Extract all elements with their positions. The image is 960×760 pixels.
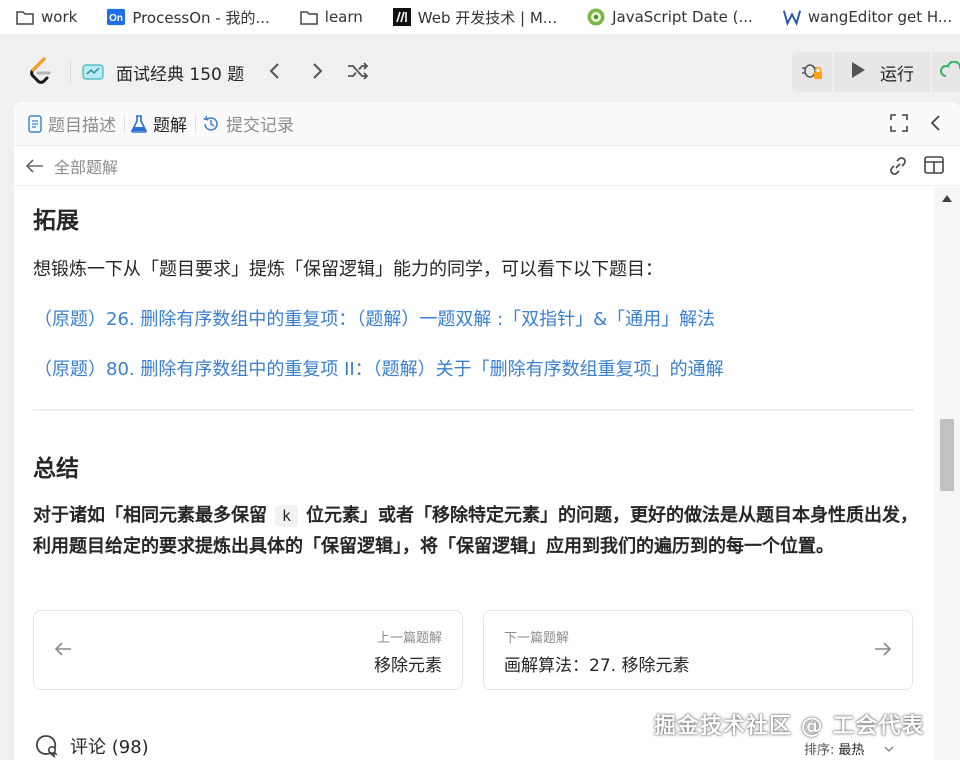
heading-summary: 总结 [33,456,79,482]
divider [124,115,125,132]
mdn-icon [392,8,411,26]
divider [195,115,196,132]
tab-description[interactable]: 题目描述 [28,111,116,136]
solution-content: 拓展 想锻炼一下从「题目要求」提炼「保留逻辑」能力的同学，可以看下以下题目： （… [14,187,934,760]
bookmark-work[interactable]: work [16,8,77,26]
bookmark-label: work [41,8,78,26]
back-label: 全部题解 [54,157,119,177]
panel-actions [868,114,942,132]
content-scrollbar[interactable] [934,187,960,760]
tab-submissions[interactable]: 提交记录 [202,111,294,136]
related-link-80[interactable]: （原题）80. 删除有序数组中的重复项 II：（题解）关于「删除有序数组重复项」… [34,355,724,381]
tab-label: 题目描述 [48,116,116,136]
solution-subbar: 全部题解 [14,146,960,186]
bug-lock-icon [801,59,823,85]
problem-list-label: 面试经典 150 题 [116,64,245,85]
tab-solutions[interactable]: 题解 [131,111,187,136]
description-icon [28,114,42,133]
chevron-down-icon [884,746,894,752]
arrow-left-icon [54,640,72,662]
processon-icon: On [107,8,126,26]
divider [70,62,71,82]
comments-header[interactable]: 评论 (98) [34,733,149,759]
prev-caption: 上一篇题解 [376,631,442,646]
scrollbar-thumb[interactable] [940,419,954,491]
layout-icon[interactable] [924,156,944,176]
bookmark-wangeditor[interactable]: wangEditor get H... [782,8,953,26]
bookmark-label: wangEditor get H... [807,8,953,26]
comments-label: 评论 (98) [70,737,149,758]
section-divider [33,409,914,411]
comment-search-icon [35,735,58,759]
bookmark-label: ProcessOn - 我的... [132,8,270,27]
summary-paragraph: 对于诸如「相同元素最多保留 k 位元素」或者「移除特定元素」的问题，更好的做法是从题… [33,500,923,562]
next-caption: 下一篇题解 [504,631,570,646]
subbar-actions [872,156,944,176]
prev-solution-card[interactable]: 上一篇题解 移除元素 [33,610,463,690]
play-icon [850,61,866,83]
arrow-left-icon [26,158,43,173]
scroll-up-arrow-icon[interactable] [942,195,952,202]
bookmark-label: learn [324,8,363,26]
watermark: 掘金技术社区 @ 工会代表 [654,714,925,739]
back-to-all-solutions[interactable]: 全部题解 [26,154,118,178]
chevron-left-icon[interactable] [264,60,286,82]
tab-label: 题解 [153,116,187,136]
bookmark-javascript-date[interactable]: JavaScript Date (... [587,8,753,26]
link-icon[interactable] [888,156,908,176]
run-controls: 运行 [792,52,960,92]
fullscreen-icon[interactable] [890,114,908,132]
next-title: 画解算法：27. 移除元素 [504,656,690,676]
wangeditor-icon [782,8,801,26]
panel-tabbar: 题目描述 题解 提交记录 [14,102,960,146]
solution-panel: 题目描述 题解 提交记录 全部题解 拓展 想锻炼一下从「题目要求」提炼「保留逻辑… [14,102,960,760]
run-label: 运行 [880,64,914,85]
bookmarks-bar: work On ProcessOn - 我的... learn Web 开发技术… [0,0,960,34]
prev-title: 移除元素 [374,656,442,676]
debug-lock-button[interactable] [792,52,832,92]
bookmark-label: Web 开发技术 | M... [417,8,558,27]
svg-text:On: On [109,13,123,24]
submit-button[interactable] [932,52,960,92]
study-plan-icon [82,63,104,81]
bookmark-label: JavaScript Date (... [612,8,753,26]
leetcode-logo-icon[interactable] [26,56,54,86]
sort-label: 排序: [804,743,835,758]
arrow-right-icon [874,640,892,662]
folder-icon [300,8,318,26]
javascript-site-icon [587,8,605,26]
cloud-upload-icon [940,60,960,83]
related-link-26[interactable]: （原题）26. 删除有序数组中的重复项：（题解）一题双解 :「双指针」&「通用」… [34,305,715,331]
shuffle-icon[interactable] [346,60,369,82]
next-solution-card[interactable]: 下一篇题解 画解算法：27. 移除元素 [483,610,913,690]
run-button[interactable]: 运行 [834,52,930,92]
top-nav: 面试经典 150 题 运行 [0,42,960,100]
chevron-right-icon[interactable] [306,60,328,82]
tab-label: 提交记录 [226,116,294,136]
folder-icon [16,8,34,26]
bookmark-learn[interactable]: learn [300,8,363,26]
sort-select[interactable]: 排序: 最热 [804,739,895,758]
bookmark-processon[interactable]: On ProcessOn - 我的... [107,7,270,28]
problem-list-button[interactable]: 面试经典 150 题 [82,58,244,86]
summary-text-part1: 对于诸如「相同元素最多保留 [33,505,267,526]
inline-code-k: k [275,505,299,527]
sort-value: 最热 [838,743,865,758]
heading-expand: 拓展 [33,208,79,234]
expand-paragraph: 想锻炼一下从「题目要求」提炼「保留逻辑」能力的同学，可以看下以下题目： [33,259,663,280]
bookmark-mdn[interactable]: Web 开发技术 | M... [392,7,558,28]
collapse-panel-icon[interactable] [930,114,942,132]
history-icon [203,115,218,131]
flask-icon [131,114,147,133]
